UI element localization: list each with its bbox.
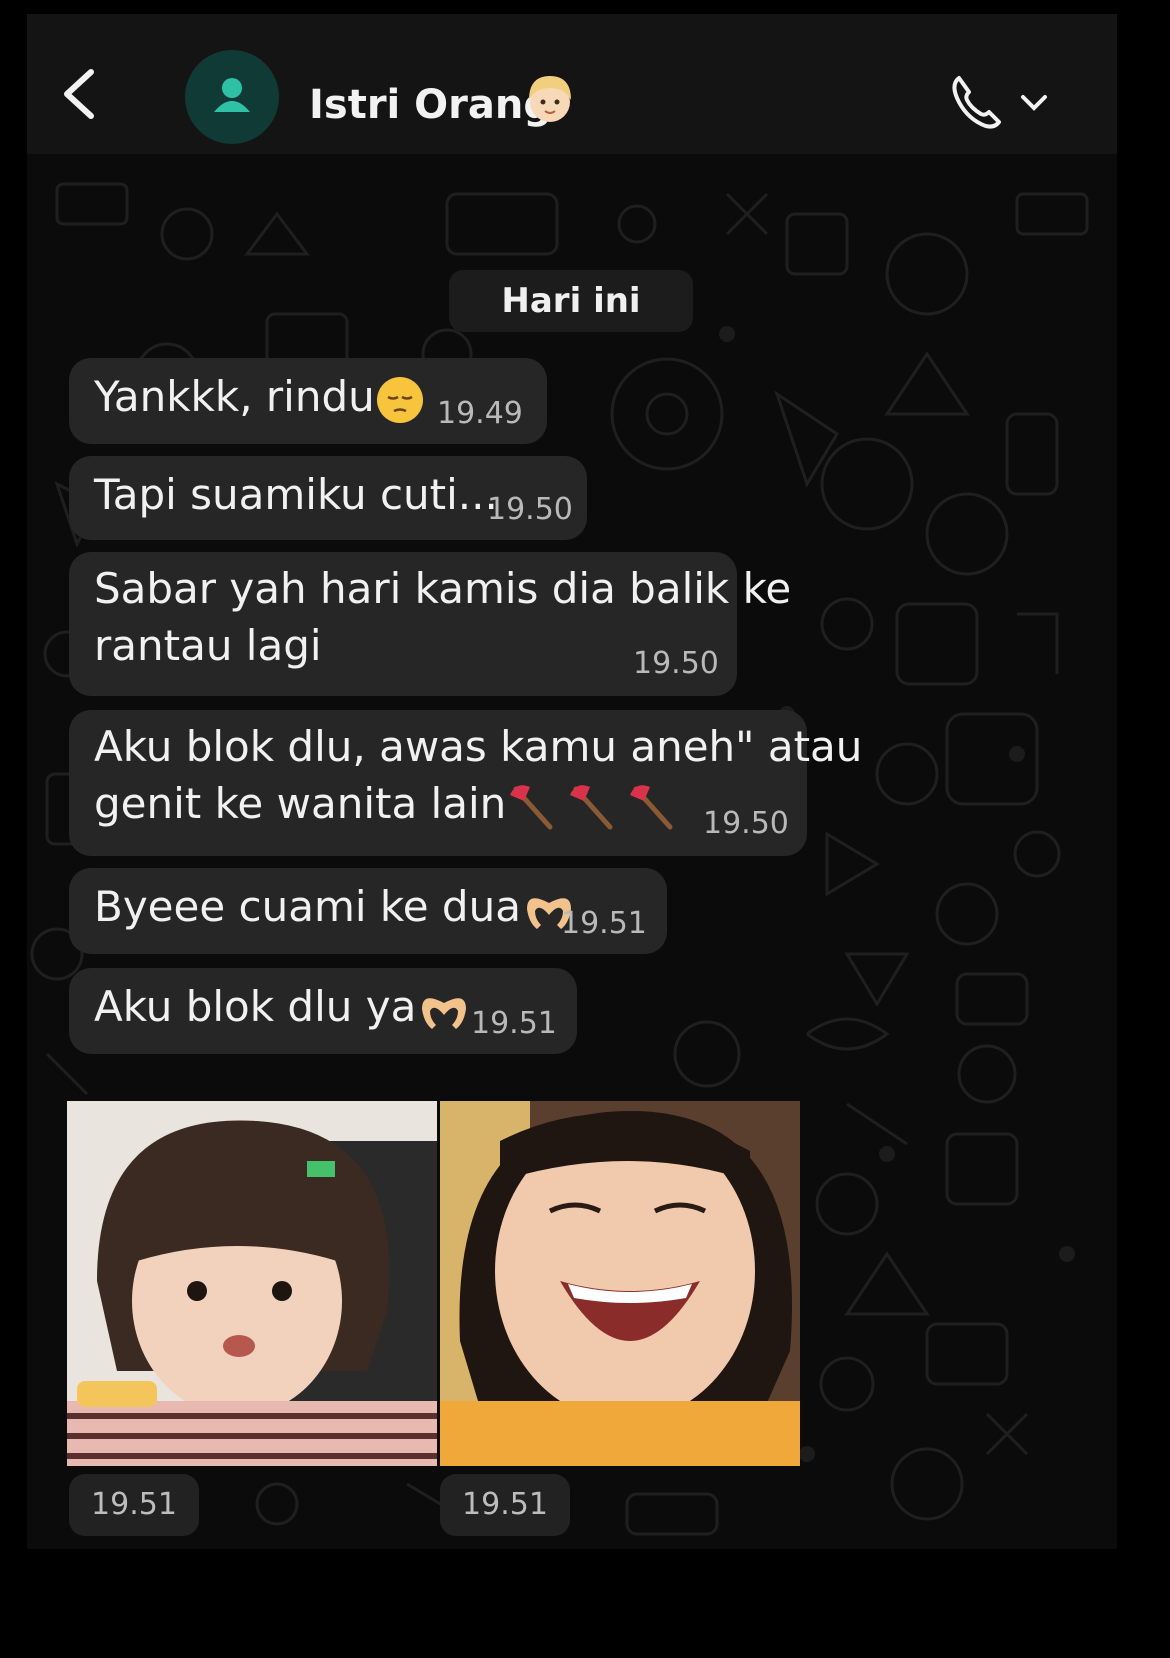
contact-name[interactable]: Istri Orang xyxy=(309,82,552,128)
message-text: Tapi suamiku cuti... xyxy=(94,470,498,519)
photo-girl-laughing[interactable] xyxy=(440,1101,800,1466)
message-time: 19.50 xyxy=(703,806,789,841)
message-text-line: Sabar yah hari kamis dia balik ke xyxy=(94,564,792,613)
message-bubble[interactable]: Yankkk, rindu 19.49 xyxy=(69,358,547,444)
message-text: Yankkk, rindu xyxy=(94,372,375,421)
pensive-face-emoji xyxy=(376,376,423,423)
avatar[interactable] xyxy=(185,50,279,144)
date-separator: Hari ini xyxy=(449,270,693,332)
photo-time-chip: 19.51 xyxy=(440,1474,570,1536)
message-time: 19.49 xyxy=(437,396,523,431)
phone-icon[interactable] xyxy=(947,70,1007,130)
message-bubble[interactable]: Sabar yah hari kamis dia balik ke rantau… xyxy=(69,552,791,696)
photo-image xyxy=(440,1101,800,1466)
message-text-line: rantau lagi xyxy=(94,621,322,670)
message-text-line: Aku blok dlu, awas kamu aneh" atau xyxy=(94,722,863,771)
woman-blond-emoji xyxy=(529,76,571,122)
axe-emoji xyxy=(510,784,673,829)
message-bubble[interactable]: Aku blok dlu, awas kamu aneh" atau genit… xyxy=(69,710,862,856)
chat-screen: Istri Orang Hari ini Yankkk, rindu 19.49… xyxy=(27,14,1117,1549)
message-bubble[interactable]: Aku blok dlu ya 19.51 xyxy=(69,968,577,1054)
photo-girl-surprised[interactable] xyxy=(67,1101,437,1466)
heart-hands-emoji xyxy=(422,997,467,1029)
message-bubble[interactable]: Byeee cuami ke dua 19.51 xyxy=(69,868,667,954)
message-time: 19.51 xyxy=(471,1006,557,1041)
chevron-left-icon[interactable] xyxy=(55,64,105,124)
message-time: 19.50 xyxy=(633,646,719,681)
chat-header: Istri Orang xyxy=(27,14,1117,154)
message-text: Aku blok dlu ya xyxy=(94,982,417,1031)
message-time: 19.50 xyxy=(487,492,573,527)
photo-image xyxy=(67,1101,437,1466)
person-icon xyxy=(214,78,250,112)
message-bubble[interactable]: Tapi suamiku cuti... 19.50 xyxy=(69,456,587,540)
message-text: Byeee cuami ke dua xyxy=(94,882,521,931)
photo-time-chip: 19.51 xyxy=(69,1474,199,1536)
chevron-down-icon[interactable] xyxy=(1017,88,1051,116)
message-time: 19.51 xyxy=(561,906,647,941)
message-text-line: genit ke wanita lain xyxy=(94,779,507,828)
